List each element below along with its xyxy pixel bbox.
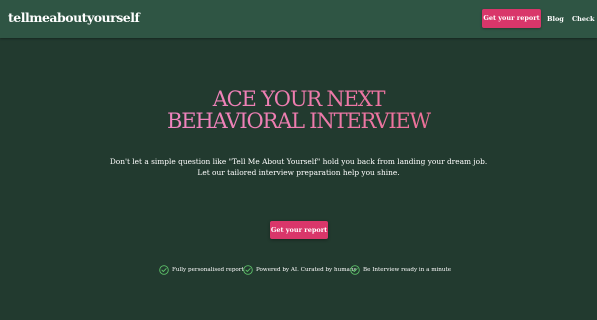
feature-item-powered-by-ai: Powered by AI. Curated by humans	[243, 264, 356, 276]
hero-subtitle-line-2: Let our tailored interview preparation h…	[197, 168, 400, 177]
check-circle-icon	[350, 265, 360, 275]
feature-item-interview-ready: Be Interview ready in a minute	[350, 264, 451, 276]
check-circle-icon	[243, 265, 253, 275]
site-logo[interactable]: tellmeaboutyourself	[8, 10, 140, 25]
hero-title-line-2: BEHAVIORAL INTERVIEW	[0, 110, 597, 132]
top-navigation-bar: tellmeaboutyourself Get your report Blog…	[0, 0, 597, 38]
hero-title-line-1: ACE YOUR NEXT	[0, 88, 597, 110]
nav-link-blog[interactable]: Blog	[547, 15, 564, 23]
header-get-report-button[interactable]: Get your report	[482, 9, 541, 28]
hero-subtitle: Don't let a simple question like "Tell M…	[0, 156, 597, 178]
feature-label: Fully personalised report	[172, 267, 244, 273]
hero-title: ACE YOUR NEXT BEHAVIORAL INTERVIEW	[0, 88, 597, 132]
hero-subtitle-line-1: Don't let a simple question like "Tell M…	[109, 157, 488, 166]
check-circle-icon	[159, 265, 169, 275]
nav-link-check[interactable]: Check S...	[572, 15, 597, 23]
hero-get-report-button[interactable]: Get your report	[270, 221, 328, 239]
feature-item-personalised: Fully personalised report	[159, 264, 244, 276]
feature-label: Be Interview ready in a minute	[363, 267, 452, 273]
feature-label: Powered by AI. Curated by humans	[256, 267, 357, 273]
